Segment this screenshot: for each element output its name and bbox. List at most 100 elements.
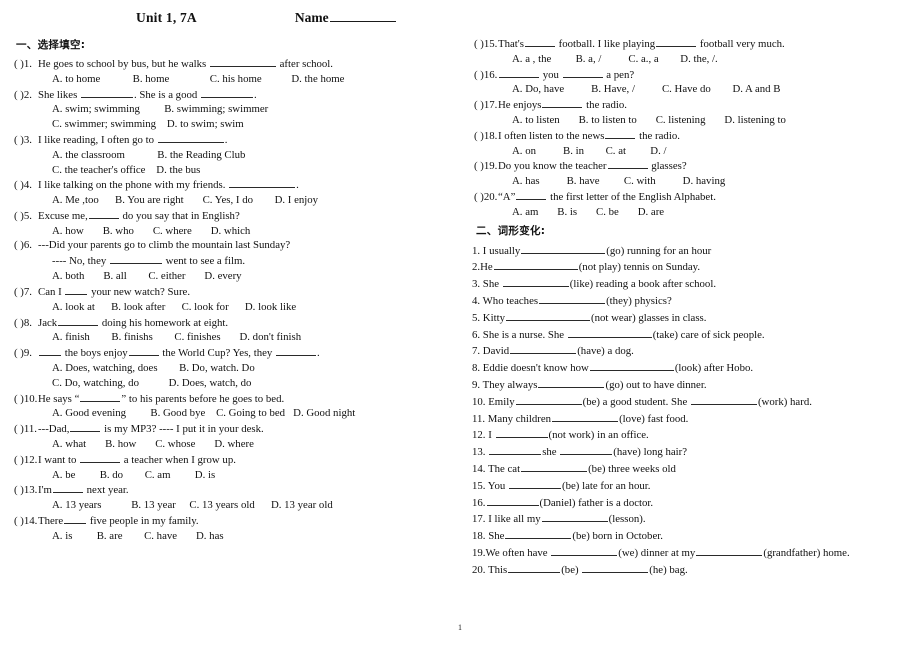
option-a[interactable]: A. what: [52, 439, 86, 450]
blank[interactable]: [509, 479, 562, 489]
option-d[interactable]: D. /: [650, 145, 666, 157]
option-c[interactable]: C. the teacher's office: [52, 164, 145, 176]
blank[interactable]: [562, 68, 603, 78]
blank[interactable]: [589, 361, 674, 372]
option-c[interactable]: C. with: [624, 176, 656, 187]
answer-box-3[interactable]: ( )3.: [8, 135, 38, 146]
option-a[interactable]: A. how: [52, 225, 84, 237]
answer-box-19[interactable]: ( )19.: [468, 161, 498, 172]
option-b[interactable]: B. the Reading Club: [157, 149, 245, 161]
blank[interactable]: [552, 412, 619, 422]
option-a[interactable]: A. be: [52, 469, 75, 481]
option-b[interactable]: B. Have, /: [591, 84, 635, 95]
blank[interactable]: [508, 563, 561, 573]
blank[interactable]: [80, 453, 121, 463]
option-c[interactable]: C. Going to bed: [216, 408, 285, 419]
option-b[interactable]: B. is: [557, 206, 577, 218]
option-c[interactable]: C. Do, watching, do: [52, 377, 139, 389]
blank[interactable]: [229, 178, 296, 189]
option-d[interactable]: D. Does, watch, do: [169, 377, 252, 389]
option-d[interactable]: D. listening to: [724, 115, 785, 126]
option-b[interactable]: B. who: [103, 225, 134, 237]
option-a[interactable]: A. Good evening: [52, 408, 126, 419]
option-a[interactable]: A. has: [512, 176, 540, 187]
option-b[interactable]: B. Do, watch. Do: [179, 363, 255, 374]
option-b[interactable]: B. swimming; swimmer: [164, 104, 268, 115]
option-a[interactable]: A. 13 years: [52, 500, 101, 511]
option-c[interactable]: C. his home: [210, 73, 262, 85]
option-c[interactable]: C. have: [144, 530, 177, 542]
blank[interactable]: [521, 462, 588, 472]
blank[interactable]: [656, 37, 697, 47]
option-d[interactable]: D. to swim; swim: [167, 119, 244, 130]
blank[interactable]: [690, 395, 757, 405]
option-c[interactable]: C. a., a: [628, 53, 658, 65]
blank[interactable]: [542, 98, 583, 109]
option-d[interactable]: D. having: [683, 176, 726, 187]
answer-box-13[interactable]: ( )13.: [8, 485, 38, 496]
blank[interactable]: [52, 483, 83, 494]
answer-box-10[interactable]: ( )10.: [8, 393, 38, 405]
blank[interactable]: [696, 546, 763, 556]
option-b[interactable]: B. home: [133, 73, 170, 85]
blank[interactable]: [493, 260, 578, 271]
option-a[interactable]: A. to home: [52, 73, 100, 85]
option-d[interactable]: D. A and B: [732, 84, 780, 95]
blank[interactable]: [157, 133, 224, 143]
option-d[interactable]: D. the, /.: [680, 53, 717, 65]
option-c[interactable]: C. be: [596, 206, 619, 218]
blank[interactable]: [80, 392, 121, 402]
option-b[interactable]: B. are: [97, 530, 123, 542]
option-d[interactable]: D. I enjoy: [275, 195, 318, 206]
blank[interactable]: [275, 346, 316, 357]
answer-box-1[interactable]: ( )1.: [8, 59, 38, 70]
option-b[interactable]: B. look after: [111, 301, 165, 313]
option-a[interactable]: A. the classroom: [52, 149, 125, 161]
blank[interactable]: [524, 37, 555, 47]
blank[interactable]: [65, 285, 88, 295]
option-b[interactable]: B. finishs: [111, 332, 152, 343]
blank[interactable]: [128, 346, 159, 357]
blank[interactable]: [551, 546, 618, 556]
answer-box-15[interactable]: ( )15.: [468, 39, 498, 50]
option-c[interactable]: C. 13 years old: [189, 500, 254, 511]
option-c[interactable]: C. Have do: [662, 84, 711, 95]
option-a[interactable]: A. is: [52, 530, 72, 542]
option-c[interactable]: C. whose: [155, 439, 195, 450]
blank[interactable]: [605, 129, 636, 139]
blank[interactable]: [39, 346, 61, 357]
option-d[interactable]: D. is: [195, 469, 215, 481]
blank[interactable]: [516, 190, 547, 200]
blank[interactable]: [81, 88, 133, 98]
blank[interactable]: [582, 563, 649, 573]
blank[interactable]: [539, 294, 606, 304]
option-c[interactable]: C. listening: [656, 115, 706, 126]
option-d[interactable]: D. look like: [245, 301, 296, 313]
answer-box-8[interactable]: ( )8.: [8, 317, 38, 329]
answer-box-16[interactable]: ( )16.: [468, 69, 498, 81]
option-a[interactable]: A. am: [512, 206, 538, 218]
option-d[interactable]: D. 13 year old: [271, 500, 333, 511]
option-c[interactable]: C. finishes: [174, 332, 220, 343]
blank[interactable]: [541, 512, 608, 523]
blank[interactable]: [64, 514, 87, 524]
option-a[interactable]: A. Me ,too: [52, 195, 99, 206]
blank[interactable]: [58, 316, 99, 326]
option-b[interactable]: B. have: [567, 176, 600, 187]
option-b[interactable]: B. in: [563, 145, 584, 157]
answer-box-4[interactable]: ( )4.: [8, 180, 38, 191]
blank[interactable]: [567, 328, 652, 338]
blank[interactable]: [70, 422, 101, 433]
option-b[interactable]: B. 13 year: [131, 500, 176, 511]
answer-box-17[interactable]: ( )17.: [468, 100, 498, 111]
option-c[interactable]: C. look for: [182, 301, 229, 313]
option-d[interactable]: D. every: [204, 271, 241, 282]
option-b[interactable]: B. to listen to: [579, 115, 637, 126]
blank[interactable]: [510, 344, 577, 355]
answer-box-2[interactable]: ( )2.: [8, 89, 38, 101]
blank[interactable]: [502, 277, 569, 288]
blank[interactable]: [495, 428, 548, 439]
option-c[interactable]: C. at: [606, 145, 626, 157]
blank[interactable]: [88, 209, 119, 219]
option-a[interactable]: A. both: [52, 271, 84, 282]
